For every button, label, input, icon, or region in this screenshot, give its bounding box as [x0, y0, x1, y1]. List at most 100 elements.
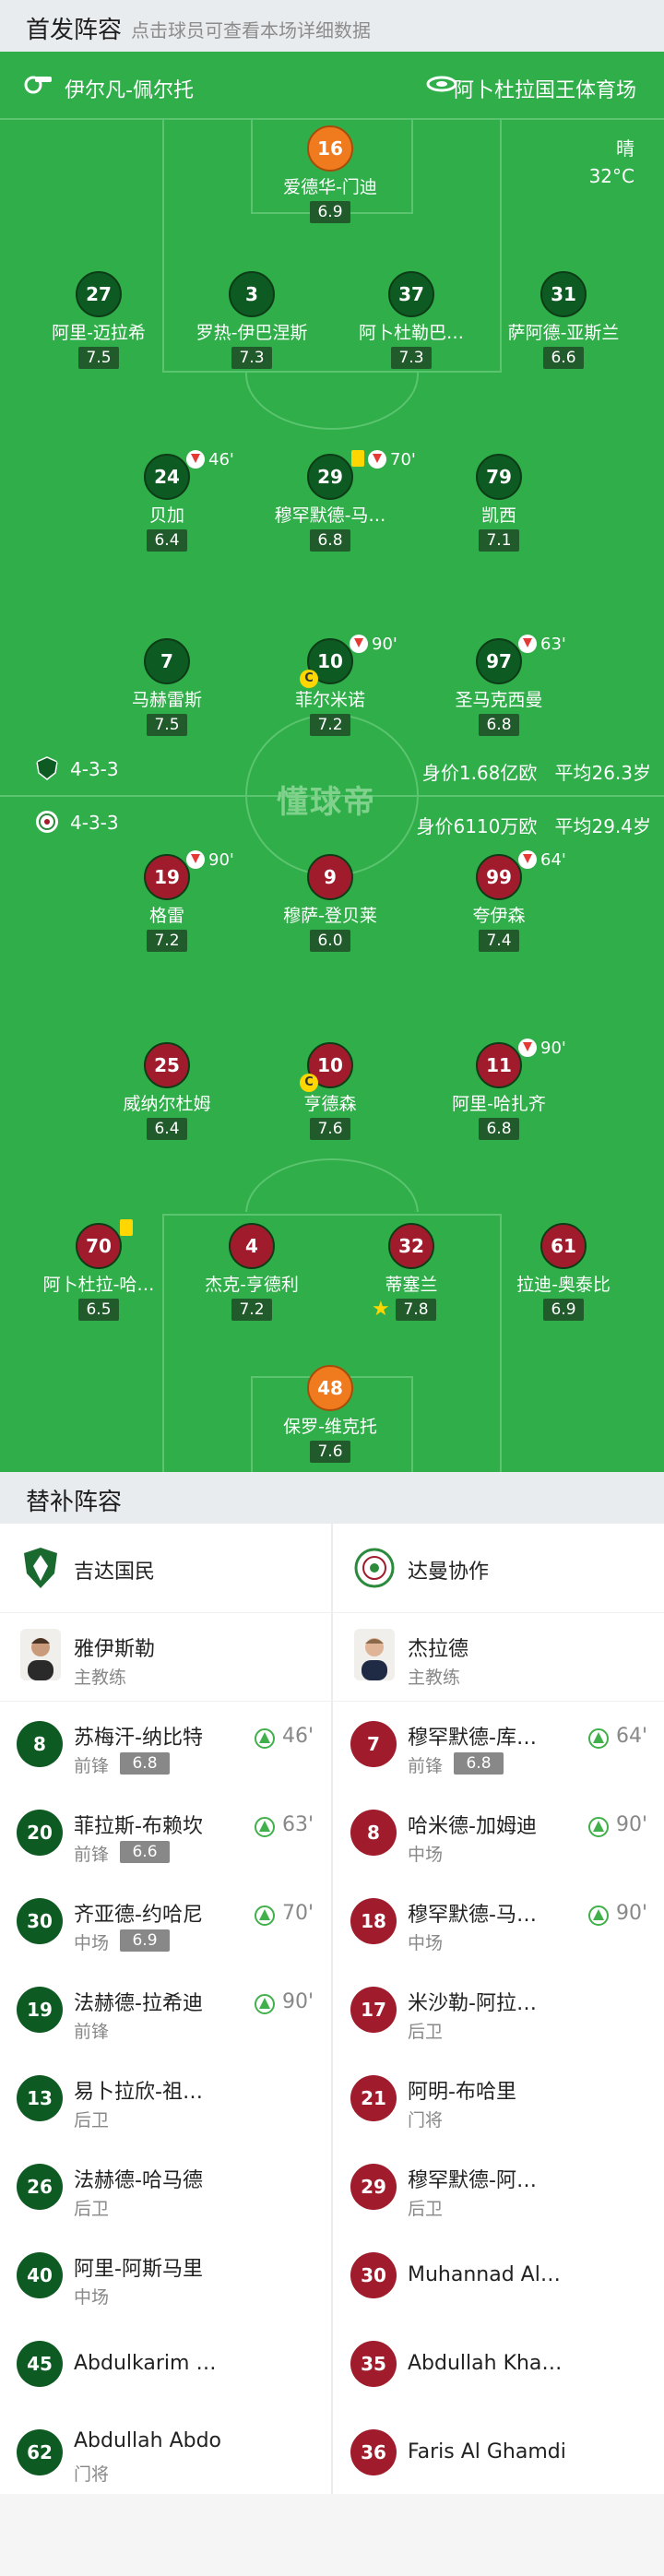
player-rating: 7.3	[391, 347, 432, 369]
sub-out-minute: 90'	[540, 1039, 566, 1058]
away-sub-8[interactable]: 8 哈米德-加姆迪 中场 90'	[334, 1789, 664, 1878]
away-sub-35[interactable]: 35 Abdullah Kha…	[334, 2321, 664, 2409]
player-name: 罗热-伊巴涅斯	[196, 323, 308, 343]
player-rating: 7.6	[310, 1441, 350, 1463]
player-name: 阿里-哈扎齐	[452, 1094, 546, 1114]
jersey-number: 25	[144, 1042, 190, 1088]
home-sub-40[interactable]: 40 阿里-阿斯马里 中场	[0, 2232, 330, 2321]
player-name: 杰克-亨德利	[205, 1275, 299, 1295]
home-coach-row[interactable]: 雅伊斯勒 主教练	[0, 1612, 330, 1701]
player-position: 中场	[408, 1933, 444, 1953]
home-sub-19[interactable]: 19 法赫德-拉希迪 前锋 90'	[0, 1966, 330, 2055]
home-player-27[interactable]: 27 阿里-迈拉希 7.5	[11, 271, 186, 378]
player-name: 拉迪-奥泰比	[516, 1275, 611, 1295]
home-sub-8[interactable]: 8 苏梅汗-纳比特 前锋 6.8 46'	[0, 1701, 330, 1789]
player-name: Abdullah Kha…	[408, 2352, 563, 2375]
jersey-number: 48	[307, 1365, 353, 1411]
away-player-48[interactable]: 48 保罗-维克托 7.6	[243, 1365, 418, 1472]
player-name: 威纳尔杜姆	[123, 1094, 211, 1114]
home-sub-26[interactable]: 26 法赫德-哈马德 后卫	[0, 2143, 330, 2232]
player-position: 门将	[408, 2110, 444, 2131]
away-player-4[interactable]: 4 杰克-亨德利 7.2	[164, 1223, 339, 1330]
away-sub-21[interactable]: 21 阿明-布哈里 门将	[334, 2055, 664, 2143]
away-sub-17[interactable]: 17 米沙勒-阿拉… 后卫	[334, 1966, 664, 2055]
home-player-16[interactable]: 16 爱德华-门迪 6.9	[243, 125, 418, 232]
home-player-79[interactable]: 79 凯西 7.1	[411, 454, 587, 561]
player-name: 法赫德-拉希迪	[74, 1992, 203, 2015]
pitch: 伊尔凡-佩尔托 阿卜杜拉国王体育场 晴 32°C 懂球帝 4-3-3 身价1.6…	[0, 52, 664, 1472]
jersey-number: 70	[76, 1223, 122, 1269]
jersey-number: 19	[17, 1987, 63, 2033]
referee-name: 伊尔凡-佩尔托	[65, 79, 194, 102]
home-sub-62[interactable]: 62 Abdullah Abdo 门将	[0, 2409, 330, 2498]
star-icon: ★	[372, 1298, 390, 1321]
home-player-3[interactable]: 3 罗热-伊巴涅斯 7.3	[164, 271, 339, 378]
player-rating: 6.5	[78, 1299, 119, 1321]
home-player-29[interactable]: 29 70' 穆罕默德-马… 6.8	[243, 450, 418, 561]
player-rating: 6.8	[310, 529, 350, 552]
away-sub-7[interactable]: 7 穆罕默德-库… 前锋 6.8 64'	[334, 1701, 664, 1789]
player-rating: 7.5	[147, 714, 187, 736]
player-rating: 7.6	[310, 1118, 350, 1140]
away-sub-29[interactable]: 29 穆罕默德-阿… 后卫	[334, 2143, 664, 2232]
venue-name: 阿卜杜拉国王体育场	[453, 79, 636, 102]
away-player-19[interactable]: 19 90' 格雷 7.2	[79, 850, 255, 961]
home-sub-45[interactable]: 45 Abdulkarim …	[0, 2321, 330, 2409]
jersey-number: 30	[17, 1898, 63, 1944]
player-name: 阿卜杜拉-哈…	[42, 1275, 155, 1295]
jersey-number: 16	[307, 125, 353, 172]
away-player-99[interactable]: 99 64' 夸伊森 7.4	[411, 850, 587, 961]
away-player-9[interactable]: 9 穆萨-登贝莱 6.0	[243, 854, 418, 961]
home-formation: 4-3-3	[70, 758, 119, 780]
jersey-number: 8	[17, 1721, 63, 1767]
subs-header: 替补阵容	[0, 1472, 664, 1524]
home-sub-20[interactable]: 20 菲拉斯-布赖坎 前锋 6.6 63'	[0, 1789, 330, 1878]
home-player-37[interactable]: 37 阿卜杜勒巴… 7.3	[324, 271, 499, 378]
jersey-number: 79	[476, 454, 522, 500]
jersey-number: 20	[17, 1810, 63, 1856]
jersey-number: 17	[350, 1987, 397, 2033]
player-position: 后卫	[408, 2199, 444, 2219]
sub-in-minute: 90'	[281, 1990, 314, 2013]
away-club-row[interactable]: 达曼协作	[334, 1524, 664, 1612]
away-player-10[interactable]: 10 C 亨德森 7.6	[243, 1042, 418, 1149]
home-club-row[interactable]: 吉达国民	[0, 1524, 330, 1612]
away-player-32[interactable]: 32 蒂塞兰 ★ 7.8	[324, 1223, 499, 1330]
home-sub-13[interactable]: 13 易卜拉欣-祖… 后卫	[0, 2055, 330, 2143]
sub-out-icon	[186, 850, 205, 869]
player-name: 穆罕默德-阿…	[408, 2169, 537, 2192]
home-player-97[interactable]: 97 63' 圣马克西曼 6.8	[411, 635, 587, 745]
sub-out-minute: 64'	[540, 850, 566, 870]
coach-name: 杰拉德	[408, 1638, 469, 1661]
player-name: 阿明-布哈里	[408, 2081, 516, 2104]
jersey-number: 37	[388, 271, 434, 317]
away-coach-row[interactable]: 杰拉德 主教练	[334, 1612, 664, 1701]
player-name: 爱德华-门迪	[283, 177, 377, 197]
weather-info: 晴 32°C	[589, 135, 634, 190]
jersey-number: 40	[17, 2252, 63, 2298]
home-player-24[interactable]: 24 46' 贝加 6.4	[79, 450, 255, 561]
away-player-25[interactable]: 25 威纳尔杜姆 6.4	[79, 1042, 255, 1149]
home-sub-30[interactable]: 30 齐亚德-约哈尼 中场 6.9 70'	[0, 1878, 330, 1966]
away-sub-30[interactable]: 30 Muhannad Al…	[334, 2232, 664, 2321]
home-player-7[interactable]: 7 马赫雷斯 7.5	[79, 638, 255, 745]
sub-in-icon	[255, 1817, 275, 1837]
yellow-card-icon	[351, 450, 364, 467]
away-team-badge-icon	[36, 811, 58, 833]
player-name: 亨德森	[303, 1094, 357, 1114]
temperature: 32°C	[588, 165, 634, 187]
away-sub-18[interactable]: 18 穆罕默德-马… 中场 90'	[334, 1878, 664, 1966]
away-player-61[interactable]: 61 拉迪-奥泰比 6.9	[476, 1223, 651, 1330]
coach-role: 主教练	[74, 1668, 127, 1688]
away-sub-36[interactable]: 36 Faris Al Ghamdi	[334, 2409, 664, 2498]
home-team-badge-icon	[36, 756, 58, 780]
home-team-stats: 身价1.68亿欧 平均26.3岁	[422, 758, 651, 785]
home-player-10[interactable]: 10 C 90' 菲尔米诺 7.2	[243, 635, 418, 745]
player-position: 门将	[74, 2464, 110, 2485]
sub-out-minute: 63'	[540, 635, 566, 654]
player-name: 蒂塞兰	[385, 1275, 438, 1295]
away-player-11[interactable]: 11 90' 阿里-哈扎齐 6.8	[411, 1039, 587, 1149]
sub-in-icon	[588, 1817, 609, 1837]
away-player-70[interactable]: 70 阿卜杜拉-哈… 6.5	[11, 1219, 186, 1330]
home-player-31[interactable]: 31 萨阿德-亚斯兰 6.6	[476, 271, 651, 378]
